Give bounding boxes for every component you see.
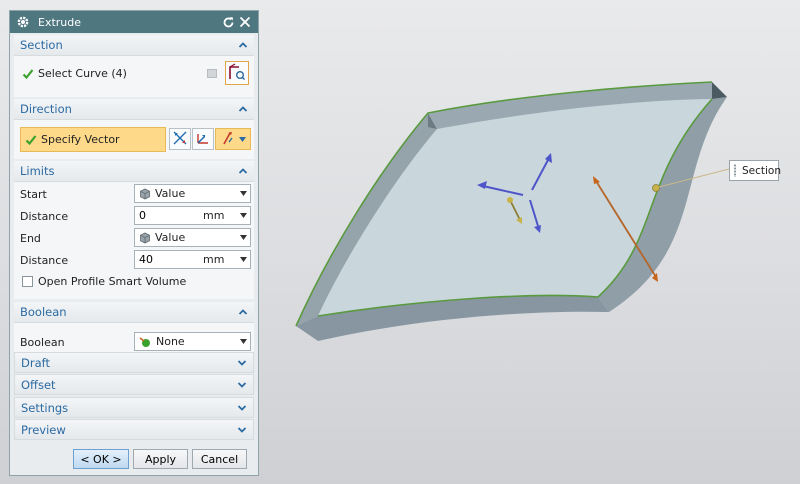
start-distance-label: Distance [20,210,69,223]
inferred-vector-dropdown[interactable] [215,128,251,150]
end-select-value: Value [155,231,186,244]
chevron-down-icon[interactable] [236,213,250,218]
specify-vector-row[interactable]: Specify Vector [20,127,166,152]
checkmark-icon [25,134,37,146]
value-cube-icon [139,232,151,244]
curve-rule-icon [205,66,219,83]
chevron-down-icon [239,136,246,142]
limits-group-title: Limits [20,164,55,178]
section-group-header[interactable]: Section [14,35,254,56]
dialog-title: Extrude [38,15,82,29]
select-curve-label: Select Curve (4) [38,67,127,80]
end-distance-field[interactable]: mm [134,250,251,269]
vector-constructor-button[interactable] [192,128,214,150]
value-cube-icon [139,188,151,200]
chevron-down-icon [236,235,250,240]
section-callout[interactable]: Section [729,160,782,181]
chevron-up-icon [238,104,248,114]
sketch-section-button[interactable] [225,61,249,85]
section-group: Section Select Curve (4) [14,35,254,97]
settings-group-header[interactable]: Settings [14,397,254,418]
preview-group-title: Preview [21,422,66,437]
specify-vector-label: Specify Vector [41,133,120,146]
preview-group: Preview [14,419,254,440]
chevron-up-icon [238,40,248,50]
direction-group: Direction Specify Vector [14,99,254,159]
preview-group-header[interactable]: Preview [14,419,254,440]
chevron-down-icon[interactable] [236,257,250,262]
extrude-dialog: Extrude Section Select Curve (4) Directi… [9,10,259,476]
reset-icon[interactable] [221,15,235,29]
draft-group: Draft [14,352,254,373]
curve-rule-button[interactable] [201,63,223,85]
start-distance-field[interactable]: mm [134,206,251,225]
graphics-viewport[interactable] [262,0,800,484]
chevron-up-icon [238,166,248,176]
checkmark-icon [22,68,34,80]
start-select[interactable]: Value [134,184,251,203]
drag-grip-icon[interactable] [733,164,737,177]
dialog-titlebar[interactable]: Extrude [10,11,258,33]
end-label: End [20,232,41,245]
inferred-vector-icon [220,130,236,149]
start-select-value: Value [155,187,186,200]
boolean-select-value: None [156,335,185,348]
section-group-title: Section [20,38,63,52]
end-select[interactable]: Value [134,228,251,247]
boolean-group-title: Boolean [20,305,67,319]
start-label: Start [20,188,47,201]
chevron-down-icon [236,191,250,196]
apply-button[interactable]: Apply [133,449,188,469]
vector-constructor-icon [195,130,211,149]
select-curve-row[interactable]: Select Curve (4) [22,67,127,80]
cancel-button[interactable]: Cancel [192,449,247,469]
sheet-side-back-end [712,82,727,99]
reverse-direction-icon [172,130,188,149]
offset-group-header[interactable]: Offset [14,374,254,395]
chevron-up-icon [238,307,248,317]
section-callout-text: Section [742,164,782,177]
direction-group-title: Direction [20,102,72,116]
start-distance-unit: mm [203,209,225,222]
open-profile-checkbox[interactable] [22,276,33,287]
limits-group: Limits Start Value Distance mm End Value… [14,161,254,299]
direction-group-header[interactable]: Direction [14,99,254,120]
end-distance-input[interactable] [139,253,199,266]
offset-group-title: Offset [21,377,56,392]
draft-group-title: Draft [21,355,50,370]
chevron-down-icon [237,425,247,435]
open-profile-row[interactable]: Open Profile Smart Volume [22,275,186,288]
end-distance-label: Distance [20,254,69,267]
limits-group-header[interactable]: Limits [14,161,254,182]
settings-group: Settings [14,397,254,418]
chevron-down-icon [237,358,247,368]
gear-icon [16,15,30,29]
settings-group-title: Settings [21,400,69,415]
boolean-none-icon [139,336,152,348]
close-icon[interactable] [238,15,252,29]
open-profile-label: Open Profile Smart Volume [38,275,187,288]
boolean-select[interactable]: None [134,332,251,351]
chevron-down-icon [237,403,247,413]
boolean-group-header[interactable]: Boolean [14,302,254,323]
chevron-down-icon [236,339,250,344]
reverse-direction-button[interactable] [169,128,191,150]
boolean-label: Boolean [20,336,65,349]
draft-group-header[interactable]: Draft [14,352,254,373]
start-distance-input[interactable] [139,209,199,222]
offset-group: Offset [14,374,254,395]
sketch-section-icon [228,62,246,84]
boolean-group: Boolean Boolean None [14,302,254,356]
ok-button[interactable]: < OK > [73,449,129,469]
chevron-down-icon [237,380,247,390]
end-distance-unit: mm [203,253,225,266]
